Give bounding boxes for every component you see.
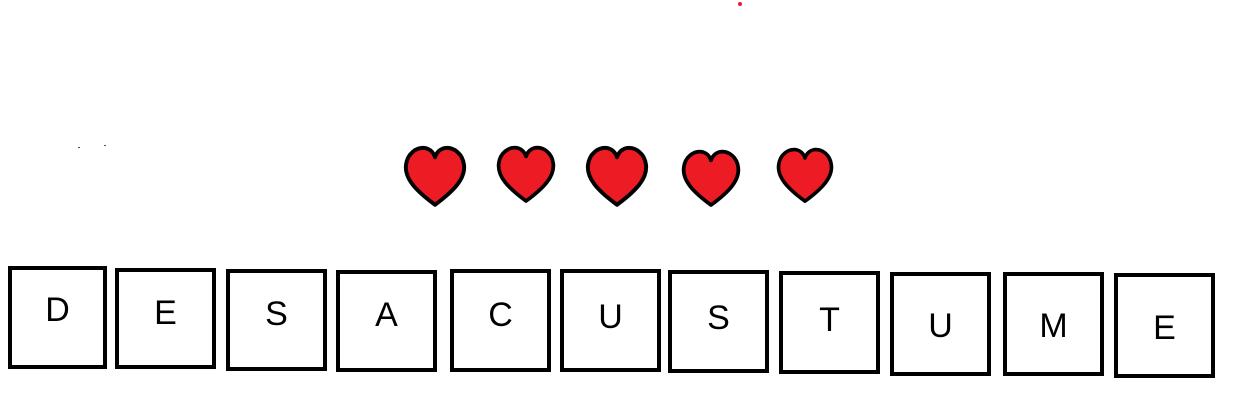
tile-letter: E — [154, 293, 177, 332]
tile-letter: E — [1153, 308, 1176, 347]
letter-tile[interactable]: S — [668, 270, 769, 373]
letter-tile[interactable]: E — [115, 268, 216, 369]
letter-tile[interactable]: T — [779, 271, 880, 374]
tile-letter: C — [488, 295, 513, 334]
tile-letter: S — [707, 298, 730, 337]
letter-tile[interactable]: U — [890, 272, 991, 376]
tile-letter: U — [928, 307, 953, 345]
letter-tile[interactable]: A — [336, 270, 437, 372]
word-tiles: D E S A C U S T U M E — [0, 0, 1252, 402]
letter-tile[interactable]: S — [226, 269, 327, 371]
tile-letter: T — [819, 300, 840, 339]
letter-tile[interactable]: E — [1114, 273, 1215, 378]
letter-tile[interactable]: M — [1003, 272, 1104, 376]
tile-letter: M — [1039, 307, 1068, 345]
tile-letter: U — [598, 297, 623, 336]
letter-tile[interactable]: C — [450, 269, 551, 372]
game-stage: D E S A C U S T U M E — [0, 0, 1252, 402]
tile-letter: S — [265, 295, 288, 333]
tile-letter: D — [45, 290, 70, 329]
letter-tile[interactable]: D — [8, 266, 107, 369]
letter-tile[interactable]: U — [560, 269, 661, 372]
tile-letter: A — [375, 296, 398, 334]
